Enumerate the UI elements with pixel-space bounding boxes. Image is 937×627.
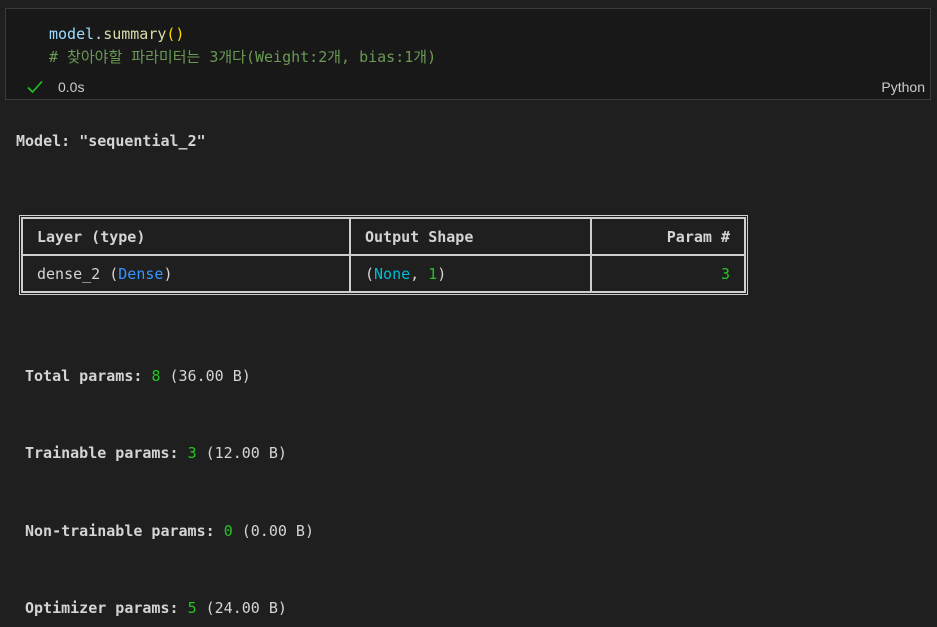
code-dot: .: [94, 25, 104, 43]
param-count-cell: 3: [591, 255, 745, 292]
optimizer-params: Optimizer params: 5 (24.00 B): [25, 598, 287, 618]
param-size: (36.00 B): [169, 367, 251, 385]
param-label: Non-trainable params:: [25, 522, 215, 540]
code-line-1[interactable]: model.summary(): [49, 24, 184, 44]
shape-close: ): [437, 264, 447, 283]
language-label[interactable]: Python: [881, 79, 925, 95]
header-param-count: Param #: [591, 218, 745, 255]
shape-open: (: [365, 264, 375, 283]
check-icon: [27, 80, 43, 94]
shape-cell: (None, 1): [350, 255, 591, 292]
param-label: Optimizer params:: [25, 599, 179, 617]
code-function: summary: [103, 25, 167, 43]
param-label: Trainable params:: [25, 444, 179, 462]
execution-status: 0.0s: [26, 78, 84, 96]
layer-name: dense_2: [37, 264, 101, 283]
shape-sep: ,: [410, 264, 429, 283]
table-row: dense_2 (Dense) (None, 1) 3: [22, 255, 745, 292]
code-variable: model: [49, 25, 95, 43]
execution-time: 0.0s: [58, 79, 85, 95]
header-output-shape: Output Shape: [350, 218, 591, 255]
header-layer-type: Layer (type): [22, 218, 350, 255]
param-count: 8: [151, 367, 161, 385]
param-count: 3: [187, 444, 197, 462]
layer-type: Dense: [118, 264, 164, 283]
layer-cell: dense_2 (Dense): [22, 255, 350, 292]
non-trainable-params: Non-trainable params: 0 (0.00 B): [25, 521, 314, 541]
code-parens: (): [166, 25, 185, 43]
table-header-row: Layer (type) Output Shape Param #: [22, 218, 745, 255]
shape-dim: 1: [428, 264, 438, 283]
layer-close: ): [163, 264, 173, 283]
param-count: 5: [187, 599, 197, 617]
total-params: Total params: 8 (36.00 B): [25, 366, 251, 386]
param-size: (12.00 B): [205, 444, 287, 462]
param-size: (24.00 B): [205, 599, 287, 617]
model-summary-table: Layer (type) Output Shape Param # dense_…: [19, 215, 748, 295]
param-size: (0.00 B): [241, 522, 314, 540]
shape-none: None: [374, 264, 411, 283]
model-title: Model: "sequential_2": [16, 132, 206, 150]
layer-open: (: [100, 264, 119, 283]
param-label: Total params:: [25, 367, 143, 385]
code-cell[interactable]: model.summary() # 찾아야할 파라미터는 3개다(Weight:…: [5, 8, 931, 100]
param-count: 0: [223, 522, 233, 540]
trainable-params: Trainable params: 3 (12.00 B): [25, 443, 287, 463]
code-comment[interactable]: # 찾아야할 파라미터는 3개다(Weight:2개, bias:1개): [49, 47, 436, 67]
